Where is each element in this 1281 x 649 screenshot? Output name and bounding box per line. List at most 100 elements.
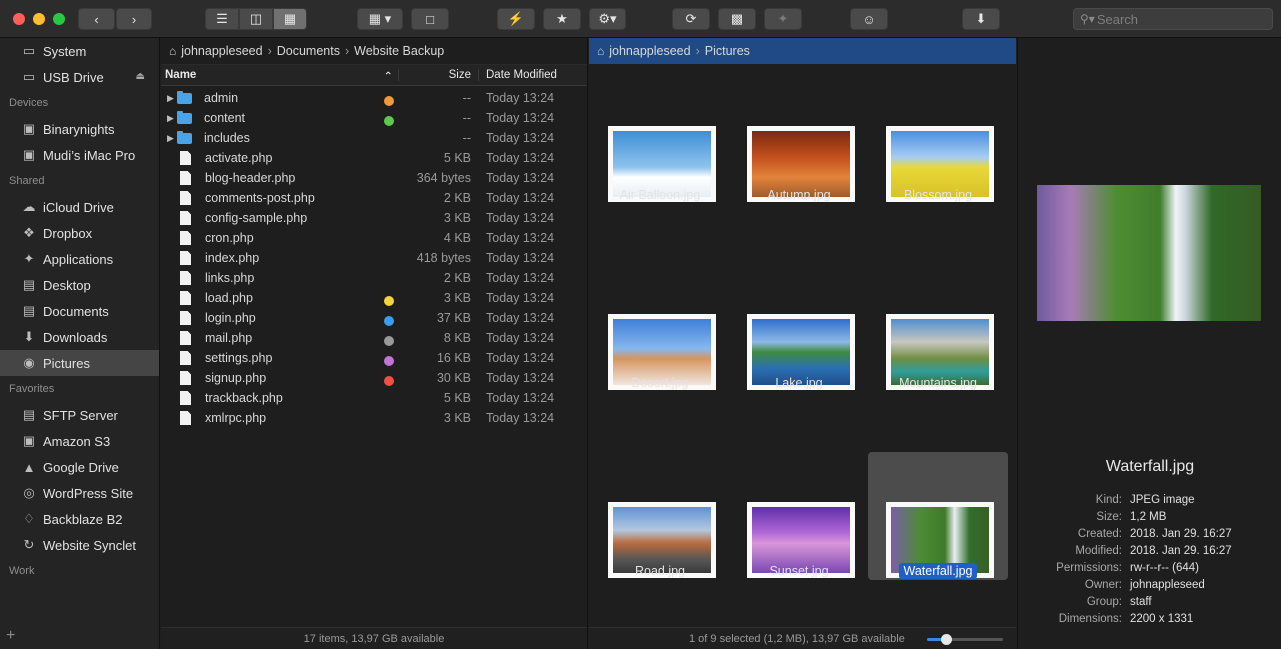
image-tile[interactable]: Autumn.jpg	[729, 76, 869, 204]
info-value: johnappleseed	[1130, 579, 1205, 591]
refresh-button[interactable]: ⟳	[672, 8, 710, 30]
sidebar-item-downloads[interactable]: ⬇ Downloads	[0, 324, 159, 350]
table-row[interactable]: settings.php 16 KB Today 13:24	[161, 348, 587, 368]
column-header-size[interactable]: Size	[398, 69, 478, 81]
home-icon: ⌂	[597, 44, 605, 58]
compare-button[interactable]: ✦	[764, 8, 802, 30]
search-input[interactable]	[1096, 11, 1247, 27]
window-minimize-button[interactable]	[33, 13, 45, 25]
sidebar-item-sftp-server[interactable]: ▤ SFTP Server	[0, 402, 159, 428]
sidebar-item-mudi-s-imac-pro[interactable]: ▣ Mudi’s iMac Pro	[0, 142, 159, 168]
sidebar-item-system[interactable]: ▭ System	[0, 38, 159, 64]
table-row[interactable]: ▶ content -- Today 13:24	[161, 108, 587, 128]
breadcrumb-segment[interactable]: johnappleseed	[181, 44, 262, 58]
download-button[interactable]: ⬇	[962, 8, 1000, 30]
table-row[interactable]: config-sample.php 3 KB Today 13:24	[161, 208, 587, 228]
sidebar-item-dropbox[interactable]: ❖ Dropbox	[0, 220, 159, 246]
table-row[interactable]: xmlrpc.php 3 KB Today 13:24	[161, 408, 587, 428]
image-tile[interactable]: Desert.jpg	[590, 264, 730, 392]
disclosure-triangle-icon[interactable]: ▶	[161, 133, 175, 144]
actions-button[interactable]: ⚡	[497, 8, 535, 30]
table-row[interactable]: activate.php 5 KB Today 13:24	[161, 148, 587, 168]
image-tile[interactable]: Mountains.jpg	[868, 264, 1008, 392]
eject-icon[interactable]: ⏏	[136, 71, 145, 82]
file-size: 5 KB	[443, 151, 471, 165]
table-row[interactable]: comments-post.php 2 KB Today 13:24	[161, 188, 587, 208]
sidebar-item-backblaze-b2[interactable]: ♢ Backblaze B2	[0, 506, 159, 532]
file-date: Today 13:24	[486, 131, 555, 145]
file-info: Kind: JPEG image Size: 1,2 MB Created: 2018. …	[1018, 494, 1281, 630]
image-tile[interactable]: Sunset.jpg	[729, 452, 869, 580]
sidebar-item-website-synclet[interactable]: ↻ Website Synclet	[0, 532, 159, 558]
search-field[interactable]: ⚲▾	[1073, 8, 1273, 30]
dropbox-icon: ❖	[23, 225, 35, 240]
sidebar-item-pictures[interactable]: ◉ Pictures	[0, 350, 159, 376]
file-name-cell: load.php	[161, 291, 398, 306]
sidebar-item-label: Google Drive	[43, 459, 119, 475]
sidebar-item-desktop[interactable]: ▤ Desktop	[0, 272, 159, 298]
table-row[interactable]: load.php 3 KB Today 13:24	[161, 288, 587, 308]
list-view-button[interactable]: ☰	[205, 8, 239, 30]
file-icon	[180, 351, 191, 365]
file-date: Today 13:24	[486, 231, 555, 245]
table-row[interactable]: mail.php 8 KB Today 13:24	[161, 328, 587, 348]
lightning-icon: ⚡	[507, 11, 525, 26]
sidebar-item-documents[interactable]: ▤ Documents	[0, 298, 159, 324]
file-name: blog-header.php	[205, 171, 296, 185]
icon-view-button[interactable]: ▦	[273, 8, 307, 30]
favorites-button[interactable]: ★	[543, 8, 581, 30]
file-name: links.php	[205, 271, 255, 285]
folder-icon	[177, 90, 192, 104]
table-row[interactable]: index.php 418 bytes Today 13:24	[161, 248, 587, 268]
zoom-slider-knob[interactable]	[941, 634, 952, 645]
window-zoom-button[interactable]	[53, 13, 65, 25]
sidebar-item-usb-drive[interactable]: ▭ USB Drive ⏏	[0, 64, 159, 90]
sidebar-item-google-drive[interactable]: ▲ Google Drive	[0, 454, 159, 480]
disclosure-triangle-icon[interactable]: ▶	[161, 113, 175, 124]
file-name: xmlrpc.php	[205, 411, 267, 425]
arrange-menu-button[interactable]: ▦ ▾	[357, 8, 403, 30]
sidebar-item-icloud-drive[interactable]: ☁ iCloud Drive	[0, 194, 159, 220]
column-view-button[interactable]: ◫	[239, 8, 273, 30]
image-tile[interactable]: Air Balloon.jpg	[590, 76, 730, 204]
breadcrumb-segment[interactable]: johnappleseed	[609, 44, 690, 58]
sidebar-item-amazon-s3[interactable]: ▣ Amazon S3	[0, 428, 159, 454]
sidebar-item-applications[interactable]: ✦ Applications	[0, 246, 159, 272]
table-row[interactable]: cron.php 4 KB Today 13:24	[161, 228, 587, 248]
add-location-button[interactable]: +	[6, 627, 15, 645]
image-tile[interactable]: Road.jpg	[590, 452, 730, 580]
quick-look-button[interactable]: □	[411, 8, 449, 30]
sidebar-item-binarynights[interactable]: ▣ Binarynights	[0, 116, 159, 142]
zoom-slider[interactable]	[927, 634, 1003, 645]
file-date: Today 13:24	[486, 291, 555, 305]
window-close-button[interactable]	[13, 13, 25, 25]
info-row: Permissions: rw-r--r-- (644)	[1018, 562, 1281, 579]
table-row[interactable]: ▶ admin -- Today 13:24	[161, 88, 587, 108]
column-header-date[interactable]: Date Modified	[478, 69, 557, 81]
file-size: 5 KB	[443, 391, 471, 405]
settings-menu-button[interactable]: ⚙▾	[589, 8, 626, 30]
back-button[interactable]: ‹	[78, 8, 115, 30]
terminal-button[interactable]: ▩	[718, 8, 756, 30]
image-tile[interactable]: Lake.jpg	[729, 264, 869, 392]
table-row[interactable]: signup.php 30 KB Today 13:24	[161, 368, 587, 388]
table-row[interactable]: blog-header.php 364 bytes Today 13:24	[161, 168, 587, 188]
search-icon: ⚲▾	[1080, 12, 1095, 26]
breadcrumb-segment[interactable]: Website Backup	[354, 44, 444, 58]
sidebar-item-wordpress-site[interactable]: ◎ WordPress Site	[0, 480, 159, 506]
table-row[interactable]: login.php 37 KB Today 13:24	[161, 308, 587, 328]
image-tile[interactable]: Waterfall.jpg	[868, 452, 1008, 580]
image-tile[interactable]: Blossom.jpg	[868, 76, 1008, 204]
table-row[interactable]: trackback.php 5 KB Today 13:24	[161, 388, 587, 408]
forward-button[interactable]: ›	[116, 8, 152, 30]
file-name-cell: config-sample.php	[161, 211, 398, 225]
emoji-button[interactable]: ☺	[850, 8, 888, 30]
breadcrumb-segment[interactable]: Documents	[277, 44, 340, 58]
disclosure-triangle-icon[interactable]: ▶	[161, 93, 175, 104]
table-row[interactable]: links.php 2 KB Today 13:24	[161, 268, 587, 288]
file-name: cron.php	[205, 231, 254, 245]
column-header-name[interactable]: Name ⌃	[161, 69, 398, 83]
file-name: signup.php	[205, 371, 267, 385]
breadcrumb-segment[interactable]: Pictures	[705, 44, 750, 58]
table-row[interactable]: ▶ includes -- Today 13:24	[161, 128, 587, 148]
